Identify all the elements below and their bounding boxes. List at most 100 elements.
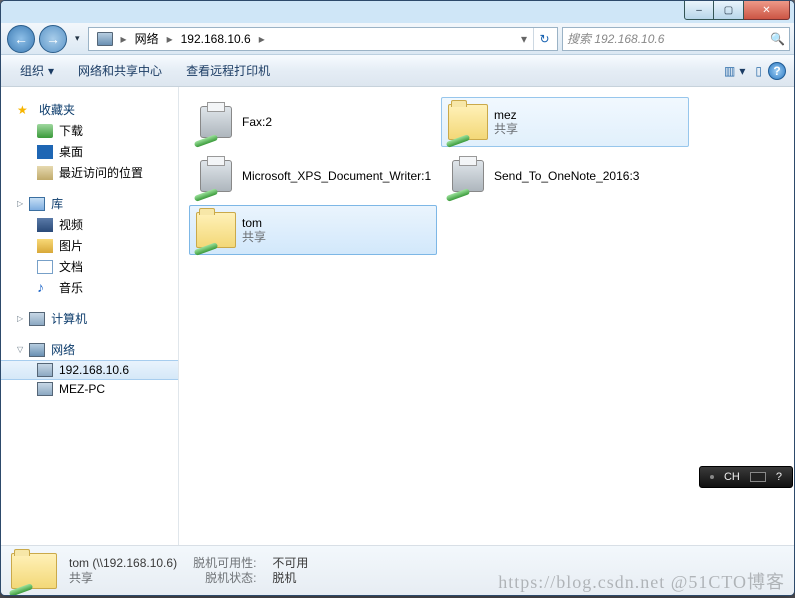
item-label: Fax:2 [242, 115, 272, 129]
details-name: tom (\\192.168.10.6) [69, 556, 177, 571]
sidebar-item-label: 视频 [59, 216, 83, 233]
watermark: https://blog.csdn.net @51CTO博客 [498, 568, 785, 594]
toolbar: 组织 ▾ 网络和共享中心 查看远程打印机 ▥ ▾ ▯ ? [1, 55, 794, 87]
network-icon [29, 343, 45, 357]
details-sub: 共享 [69, 571, 177, 586]
sidebar-item-label: 图片 [59, 237, 83, 254]
item-label: Send_To_OneNote_2016:3 [494, 169, 639, 183]
explorer-window: – ▢ ✕ ← → ▾ ▸ 网络 ▸ 192.168.10.6 ▸ ▾ ↻ 搜索… [0, 0, 795, 596]
breadcrumb[interactable]: 网络 [129, 28, 165, 49]
breadcrumb-sep-icon[interactable]: ▸ [257, 32, 267, 46]
shared-folder-icon [196, 210, 236, 250]
item-folder-mez[interactable]: mez 共享 [441, 97, 689, 147]
sidebar-item-music[interactable]: ♪ 音乐 [1, 277, 178, 298]
sidebar-item-label: 文档 [59, 258, 83, 275]
chevron-right-icon: ▷ [17, 314, 23, 323]
ime-bar[interactable]: CH ? [699, 466, 793, 488]
sidebar-item-label: 桌面 [59, 143, 83, 160]
sidebar-group-libraries: ▷ 库 视频 图片 文档 ♪ 音乐 [1, 193, 178, 298]
video-icon [37, 218, 53, 232]
view-button[interactable]: ▥ ▾ [720, 62, 749, 80]
item-sublabel: 共享 [242, 230, 266, 244]
sidebar-item-recent[interactable]: 最近访问的位置 [1, 162, 178, 183]
ime-handle-icon[interactable] [710, 475, 714, 479]
search-icon[interactable]: 🔍 [770, 32, 785, 46]
sidebar-label: 收藏夹 [39, 101, 75, 118]
sidebar-item-pictures[interactable]: 图片 [1, 235, 178, 256]
sidebar-item-label: 下载 [59, 122, 83, 139]
back-button[interactable]: ← [7, 25, 35, 53]
preview-pane-button[interactable]: ▯ [751, 62, 766, 80]
view-icon: ▥ [724, 64, 735, 78]
item-label: tom [242, 216, 266, 230]
breadcrumb[interactable]: 192.168.10.6 [175, 30, 257, 48]
sidebar-group-network: ▽ 网络 192.168.10.6 MEZ-PC [1, 339, 178, 398]
details-value: 不可用 [272, 556, 308, 571]
sidebar: ★ 收藏夹 下载 桌面 最近访问的位置 ▷ 库 [1, 87, 179, 545]
ime-help-icon[interactable]: ? [776, 471, 782, 483]
network-icon [97, 32, 113, 46]
sidebar-head-computer[interactable]: ▷ 计算机 [1, 308, 178, 329]
item-label: mez [494, 108, 518, 122]
history-dropdown-icon[interactable]: ▾ [71, 33, 84, 44]
organize-button[interactable]: 组织 ▾ [9, 57, 65, 84]
sidebar-item-label: 最近访问的位置 [59, 164, 143, 181]
keyboard-icon[interactable] [750, 472, 766, 482]
help-button[interactable]: ? [768, 62, 786, 80]
organize-label: 组织 [20, 62, 44, 79]
item-printer-xps[interactable]: Microsoft_XPS_Document_Writer:1 [189, 151, 437, 201]
item-sublabel: 共享 [494, 122, 518, 136]
breadcrumb-sep-icon[interactable]: ▸ [119, 32, 129, 46]
details-key: 脱机状态: [193, 571, 256, 586]
addr-dropdown-icon[interactable]: ▾ [515, 32, 533, 46]
sidebar-item-label: 音乐 [59, 279, 83, 296]
details-value: 脱机 [272, 571, 308, 586]
sidebar-item-documents[interactable]: 文档 [1, 256, 178, 277]
sidebar-head-favorites[interactable]: ★ 收藏夹 [1, 99, 178, 120]
search-input[interactable]: 搜索 192.168.10.6 🔍 [562, 27, 790, 51]
item-printer-onenote[interactable]: Send_To_OneNote_2016:3 [441, 151, 689, 201]
nav-row: ← → ▾ ▸ 网络 ▸ 192.168.10.6 ▸ ▾ ↻ 搜索 192.1… [1, 23, 794, 55]
printer-icon [196, 156, 236, 196]
preview-pane-icon: ▯ [755, 64, 762, 78]
recent-icon [37, 166, 53, 180]
printer-icon [196, 102, 236, 142]
breadcrumb-sep-icon[interactable]: ▸ [165, 32, 175, 46]
sidebar-item-desktop[interactable]: 桌面 [1, 141, 178, 162]
sidebar-head-libraries[interactable]: ▷ 库 [1, 193, 178, 214]
sidebar-head-network[interactable]: ▽ 网络 [1, 339, 178, 360]
chevron-right-icon: ▷ [17, 199, 23, 208]
chevron-down-icon: ▽ [17, 345, 23, 354]
breadcrumb-root[interactable] [91, 30, 119, 48]
refresh-button[interactable]: ↻ [533, 28, 555, 50]
forward-button[interactable]: → [39, 25, 67, 53]
titlebar[interactable]: – ▢ ✕ [1, 1, 794, 23]
item-printer-fax[interactable]: Fax:2 [189, 97, 437, 147]
search-placeholder: 搜索 192.168.10.6 [567, 30, 664, 47]
sidebar-item-host[interactable]: MEZ-PC [1, 380, 178, 398]
body: ★ 收藏夹 下载 桌面 最近访问的位置 ▷ 库 [1, 87, 794, 545]
chevron-down-icon: ▾ [48, 64, 54, 78]
star-icon: ★ [17, 103, 33, 117]
details-key: 脱机可用性: [193, 556, 256, 571]
chevron-down-icon: ▾ [739, 64, 745, 78]
sidebar-item-label: 192.168.10.6 [59, 363, 129, 377]
item-label: Microsoft_XPS_Document_Writer:1 [242, 169, 431, 183]
sidebar-item-videos[interactable]: 视频 [1, 214, 178, 235]
desktop-icon [37, 145, 53, 159]
close-button[interactable]: ✕ [744, 0, 790, 20]
sidebar-group-computer: ▷ 计算机 [1, 308, 178, 329]
network-center-button[interactable]: 网络和共享中心 [67, 57, 173, 84]
sidebar-item-downloads[interactable]: 下载 [1, 120, 178, 141]
sidebar-label: 计算机 [51, 310, 87, 327]
minimize-button[interactable]: – [684, 0, 714, 20]
item-folder-tom[interactable]: tom 共享 [189, 205, 437, 255]
computer-icon [37, 382, 53, 396]
ime-lang[interactable]: CH [724, 471, 740, 483]
printer-icon [448, 156, 488, 196]
address-bar[interactable]: ▸ 网络 ▸ 192.168.10.6 ▸ ▾ ↻ [88, 27, 558, 51]
maximize-button[interactable]: ▢ [714, 0, 744, 20]
sidebar-item-host[interactable]: 192.168.10.6 [1, 360, 178, 380]
pictures-icon [37, 239, 53, 253]
remote-printers-button[interactable]: 查看远程打印机 [175, 57, 281, 84]
